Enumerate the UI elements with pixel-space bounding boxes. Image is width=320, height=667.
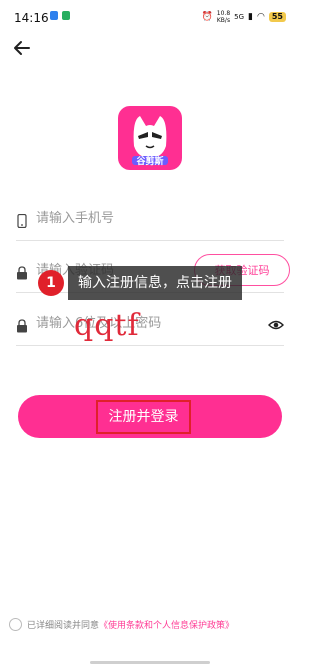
- lock-icon: [17, 266, 27, 280]
- hint-text: 输入注册信息，点击注册: [68, 266, 242, 300]
- network-type: 5G: [234, 13, 245, 21]
- arrow-left-icon: [14, 41, 30, 55]
- agreement-row: 已详细阅读并同意 《使用条款和个人信息保护政策》: [9, 618, 234, 631]
- notification-icon: [50, 11, 58, 20]
- status-right: ⏰ 10.8 KB/s 5G ▮ ◠ 55: [202, 10, 286, 24]
- alarm-icon: ⏰: [201, 12, 213, 22]
- signal-icon: ▮: [248, 12, 253, 22]
- home-indicator: [90, 661, 210, 664]
- status-time: 14:16: [14, 11, 49, 25]
- app-logo: 谷剪斯: [118, 106, 182, 170]
- status-bar: 14:16 ⏰ 10.8 KB/s 5G ▮ ◠ 55: [0, 0, 300, 36]
- eye-icon[interactable]: [268, 319, 284, 331]
- phone-icon: [17, 214, 27, 228]
- phone-input[interactable]: [34, 210, 238, 227]
- password-field: [16, 307, 284, 346]
- back-button[interactable]: [12, 38, 36, 60]
- status-left-icons: [50, 11, 70, 20]
- logo-text: 谷剪斯: [136, 157, 164, 167]
- register-login-button[interactable]: [18, 395, 282, 438]
- agreement-text: 已详细阅读并同意: [27, 621, 100, 631]
- net-speed: 10.8 KB/s: [216, 10, 231, 24]
- phone-field: [16, 202, 284, 241]
- agreement-link[interactable]: 《使用条款和个人信息保护政策》: [99, 618, 234, 631]
- lock-icon: [17, 319, 27, 333]
- handwriting-annotation: qqtf: [74, 308, 140, 343]
- step-badge: 1: [38, 270, 64, 296]
- app-icon: [62, 11, 70, 20]
- wifi-icon: ◠: [257, 12, 265, 22]
- battery-icon: 55: [268, 12, 286, 22]
- hint-overlay: 1 输入注册信息，点击注册: [38, 266, 242, 300]
- agree-checkbox[interactable]: [9, 618, 22, 631]
